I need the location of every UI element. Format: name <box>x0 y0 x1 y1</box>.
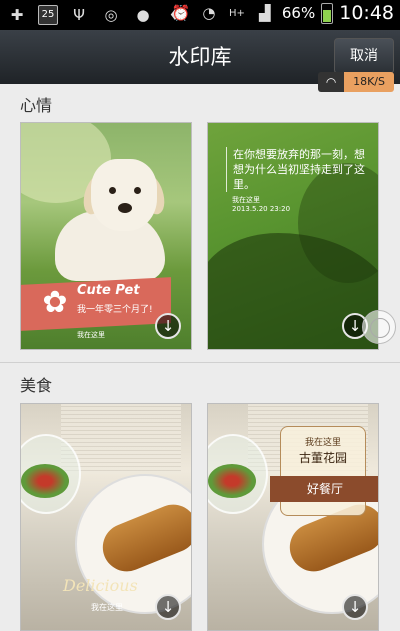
download-icon[interactable]: ↓ <box>155 594 181 620</box>
battery-percent: 66% <box>281 4 316 22</box>
gps-icon: ◎ <box>104 6 118 24</box>
scroll-handle[interactable] <box>362 310 396 344</box>
watermark-card-delicious[interactable]: Delicious 我在这里 ↓ <box>20 403 192 631</box>
wifi-icon: ◠ <box>318 72 345 92</box>
plus-icon: ✚ <box>10 6 24 24</box>
watermark-place: 古董花园 <box>298 451 347 465</box>
wifi-icon: ◔ <box>202 4 216 22</box>
watermark-location: 我在这里 <box>77 331 105 339</box>
paw-icon: ✿ <box>42 285 68 320</box>
clock: 10:48 <box>339 2 394 24</box>
restaurant-sign: 我在这里 古董花园 <box>280 426 366 516</box>
watermark-ribbon: 好餐厅 <box>270 476 378 502</box>
battery-icon <box>321 2 334 24</box>
usb-icon: Ψ <box>73 6 85 24</box>
watermark-card-good-restaurant[interactable]: 我在这里 古董花园 好餐厅 ↓ <box>207 403 379 631</box>
section-title-mood: 心情 <box>20 96 53 115</box>
alarm-icon: ⏰ <box>171 4 191 22</box>
network-speed-badge: ◠ 18K/S <box>318 72 394 92</box>
download-icon[interactable]: ↓ <box>155 313 181 339</box>
download-icon[interactable]: ↓ <box>342 594 368 620</box>
watermark-subtitle: 我一年零三个月了! <box>77 305 153 315</box>
cancel-button[interactable]: 取消 <box>334 38 394 74</box>
watermark-card-cute-pet[interactable]: ✿ Cute Pet 我一年零三个月了! 我在这里 ↓ <box>20 122 192 350</box>
network-type: H+ <box>228 7 245 19</box>
watermark-title: Delicious <box>63 576 138 595</box>
signal-icon: ▟ <box>259 4 271 22</box>
section-divider <box>0 362 400 363</box>
watermark-title: Cute Pet <box>77 283 140 298</box>
calendar-icon: 25 <box>38 5 58 25</box>
watermark-location: 我在这里 <box>91 603 123 612</box>
watermark-location: 我在这里 <box>232 196 260 204</box>
watermark-location: 我在这里 <box>304 438 341 448</box>
watermark-quote: 在你想要放弃的那一刻，想想为什么当初坚持走到了这里。 <box>226 147 366 192</box>
section-title-food: 美食 <box>20 376 53 395</box>
app-icon: ● <box>136 6 150 24</box>
watermark-date: 2013.5.20 23:20 <box>232 205 291 213</box>
network-speed-value: 18K/S <box>344 72 394 92</box>
watermark-card-grass-quote[interactable]: 在你想要放弃的那一刻，想想为什么当初坚持走到了这里。 我在这里 2013.5.2… <box>207 122 379 350</box>
status-bar: ✚ 25 Ψ ◎ ● ♦ ⏰ ◔ H+ ▟ 66% 10:48 <box>0 0 400 30</box>
